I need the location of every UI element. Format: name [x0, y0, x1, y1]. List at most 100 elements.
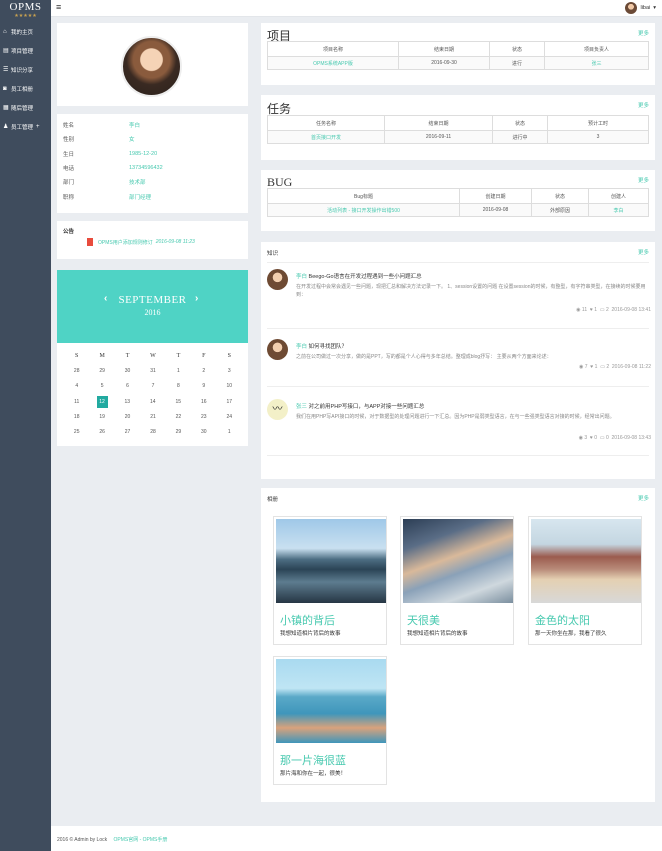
- table-cell: 2016-09-30: [398, 56, 490, 70]
- knowledge-item-title[interactable]: 张三 对之前用PHP写接口，与APP对接一些问题汇总: [296, 402, 424, 410]
- author-link[interactable]: 李白: [296, 274, 307, 280]
- calendar-day[interactable]: 1: [166, 368, 191, 374]
- home-icon: ⌂: [3, 28, 7, 35]
- calendar-day[interactable]: 29: [89, 368, 114, 374]
- next-month-icon[interactable]: ›: [195, 293, 198, 304]
- album-card[interactable]: 那一片海很蓝 那片海和你在一起，很美！: [273, 656, 387, 785]
- task-name-link[interactable]: 首页接口开发: [267, 130, 385, 144]
- camera-icon: ◙: [3, 85, 7, 92]
- album-card-title[interactable]: 小镇的背后: [280, 612, 335, 628]
- sidebar-item-home[interactable]: ⌂ 我的主页: [0, 22, 51, 41]
- calendar-day[interactable]: 18: [64, 414, 89, 420]
- calendar-day[interactable]: 21: [140, 414, 165, 420]
- knowledge-item-title[interactable]: 李白 Beego-Go语言在开发过程遇到一些小问题汇总: [296, 272, 422, 280]
- project-owner-link[interactable]: 张三: [544, 56, 649, 70]
- album-card[interactable]: 天很美 我想知道相片背后的故事: [400, 516, 514, 645]
- heart-icon[interactable]: ♥: [590, 307, 593, 313]
- divider: [267, 328, 649, 329]
- footer-link[interactable]: OPMS官网 - OPMS手册: [114, 837, 168, 843]
- album-card[interactable]: 小镇的背后 我想知道相片背后的故事: [273, 516, 387, 645]
- calendar-day[interactable]: 31: [140, 368, 165, 374]
- calendar-day[interactable]: 11: [64, 399, 90, 405]
- footer-copyright: 2016 © Admin by Lock: [57, 837, 108, 843]
- share-icon: ☰: [3, 67, 9, 73]
- calendar-day[interactable]: 30: [115, 368, 140, 374]
- sidebar-item-projects[interactable]: ▤ 项目管理: [0, 41, 51, 60]
- comment-icon[interactable]: ▭: [600, 364, 605, 370]
- sidebar-item-knowledge[interactable]: ☰ 知识分享: [0, 60, 51, 79]
- comment-count: 2: [606, 364, 610, 370]
- calendar-day[interactable]: 27: [115, 429, 140, 435]
- author-avatar: [267, 339, 288, 360]
- calendar-day[interactable]: 29: [166, 429, 191, 435]
- calendar-day[interactable]: 13: [115, 399, 141, 405]
- album-photo[interactable]: [276, 519, 386, 603]
- calendar-day[interactable]: 24: [217, 414, 242, 420]
- calendar-day[interactable]: 6: [115, 383, 140, 389]
- calendar: ‹ SEPTEMBER 2016 › S M T W T F S 28 29 30 31 1 2 3 4 5 6…: [57, 270, 248, 446]
- calendar-day[interactable]: 7: [140, 383, 165, 389]
- sidebar-item-album[interactable]: ◙ 员工相册: [0, 79, 51, 98]
- calendar-day[interactable]: 9: [191, 383, 216, 389]
- project-name-link[interactable]: OPMS系统APP版: [267, 56, 399, 70]
- comment-icon[interactable]: ▭: [600, 307, 605, 313]
- calendar-day[interactable]: 8: [166, 383, 191, 389]
- calendar-day[interactable]: 23: [191, 414, 216, 420]
- info-value: 1985-12-20: [129, 150, 158, 157]
- album-card-title[interactable]: 金色的太阳: [535, 612, 590, 628]
- notice-link[interactable]: OPMS用户添加规则修订: [98, 239, 153, 246]
- calendar-day[interactable]: 3: [217, 368, 242, 374]
- info-label: 职称: [63, 194, 75, 201]
- calendar-day[interactable]: 25: [64, 429, 89, 435]
- calendar-day[interactable]: 22: [166, 414, 191, 420]
- calendar-day-today[interactable]: 12: [96, 395, 108, 408]
- menu-toggle-icon[interactable]: ≡: [56, 3, 61, 12]
- calendar-day[interactable]: 16: [191, 399, 217, 405]
- calendar-day[interactable]: 1: [217, 429, 242, 435]
- bugs-panel: BUG 更多 Bug标题 创建日期 状态 创建人 活动列表 - 接口开发操作出错…: [261, 170, 655, 231]
- album-card-title[interactable]: 那一片海很蓝: [280, 752, 346, 768]
- calendar-day[interactable]: 28: [140, 429, 165, 435]
- bug-creator-link[interactable]: 李白: [588, 203, 649, 217]
- brand-logo[interactable]: OPMS ★★★★★: [0, 0, 51, 22]
- username: libai: [640, 5, 651, 11]
- weekday-label: T: [125, 352, 130, 359]
- album-card[interactable]: 金色的太阳 那一天你坐在那，我看了很久: [528, 516, 642, 645]
- calendar-day[interactable]: 14: [140, 399, 166, 405]
- calendar-day[interactable]: 15: [166, 399, 192, 405]
- comment-icon[interactable]: ▭: [600, 435, 605, 441]
- knowledge-item-title[interactable]: 李白 如何寻找团队？: [296, 342, 347, 350]
- heart-icon[interactable]: ♥: [590, 364, 593, 370]
- calendar-day[interactable]: 5: [89, 383, 114, 389]
- projects-more-link[interactable]: 更多: [638, 29, 649, 37]
- sidebar-item-calendar[interactable]: ▦ 随后管理: [0, 98, 51, 117]
- album-photo[interactable]: [403, 519, 513, 603]
- knowledge-more-link[interactable]: 更多: [638, 248, 649, 256]
- calendar-day[interactable]: 2: [191, 368, 216, 374]
- calendar-day[interactable]: 19: [89, 414, 114, 420]
- album-more-link[interactable]: 更多: [638, 494, 649, 502]
- calendar-day[interactable]: 17: [217, 399, 243, 405]
- bugs-more-link[interactable]: 更多: [638, 176, 649, 184]
- album-card-title[interactable]: 天很美: [407, 612, 440, 628]
- knowledge-item-body: 之前在公司做过一次分享，做的是PPT，写的都是个人心得与多年总结。整理成blog…: [296, 354, 552, 360]
- calendar-day[interactable]: 30: [191, 429, 216, 435]
- tasks-more-link[interactable]: 更多: [638, 101, 649, 109]
- author-link[interactable]: 张三: [296, 404, 307, 410]
- calendar-day[interactable]: 26: [89, 429, 114, 435]
- heart-icon[interactable]: ♥: [590, 435, 593, 441]
- calendar-day[interactable]: 28: [64, 368, 89, 374]
- table-header-row: 项目名称 结束日期 状态 项目负责人: [267, 41, 649, 57]
- calendar-day[interactable]: 10: [217, 383, 242, 389]
- album-photo[interactable]: [276, 659, 386, 743]
- author-link[interactable]: 李白: [296, 344, 307, 350]
- user-menu[interactable]: libai ▾: [625, 2, 656, 14]
- column-header: 状态: [531, 188, 589, 204]
- notice-item[interactable]: OPMS用户添加规则修订 2016-09-08 11:23: [87, 238, 195, 246]
- calendar-day[interactable]: 4: [64, 383, 89, 389]
- sidebar-item-users[interactable]: ♟ 员工管理 +: [0, 117, 51, 136]
- calendar-day[interactable]: 20: [115, 414, 140, 420]
- column-header: 状态: [489, 41, 545, 57]
- bug-title-link[interactable]: 活动列表 - 接口开发操作出错500: [267, 203, 460, 217]
- album-photo[interactable]: [531, 519, 641, 603]
